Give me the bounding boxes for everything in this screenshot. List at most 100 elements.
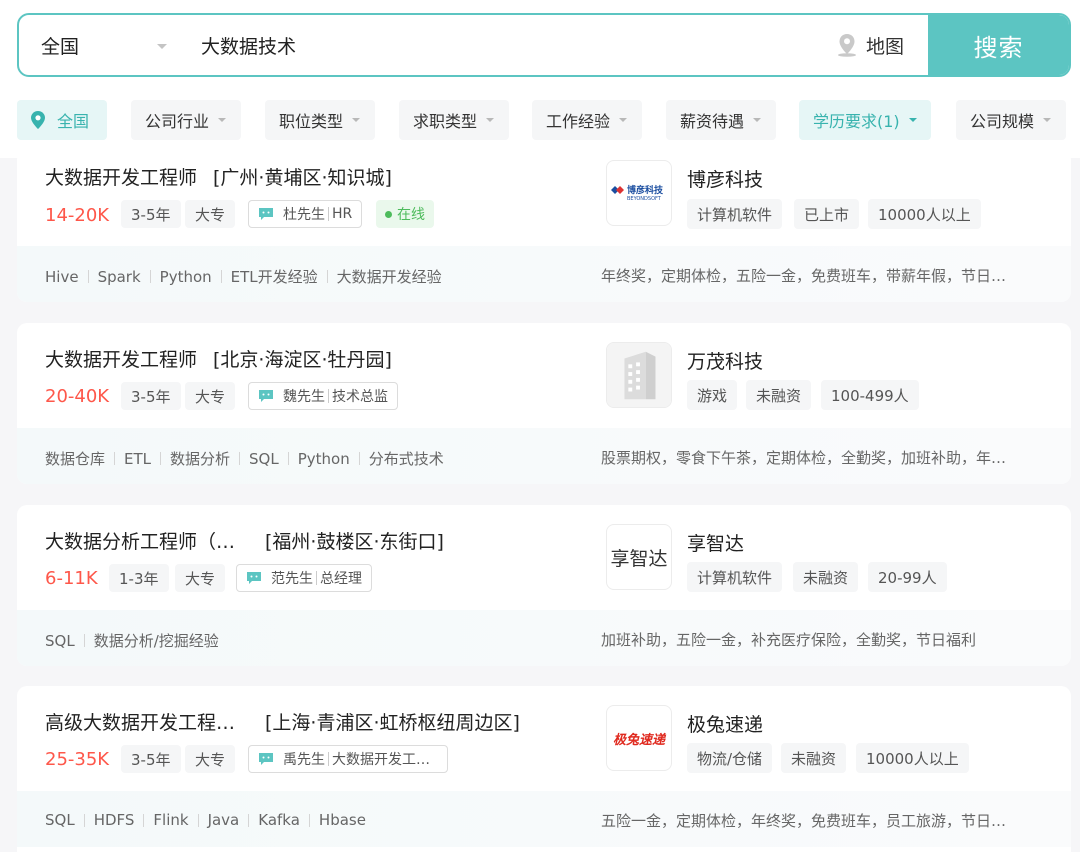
- welfare-text: 股票期权，零食下午茶，定期体检，全勤奖，加班补助，年…: [601, 449, 1007, 467]
- filter-job-type[interactable]: 求职类型: [399, 100, 509, 140]
- divider: [87, 270, 89, 283]
- chevron-down-icon: [619, 118, 628, 122]
- job-card[interactable]: 大数据开发工程师 [广州·黄埔区·知识城] 14-20K 3-5年 大专 杜先生…: [17, 150, 1071, 302]
- skill-list: 数据仓库 ETL 数据分析 SQL Python 分布式技术: [45, 448, 444, 469]
- chevron-down-icon: [486, 118, 495, 122]
- search-button[interactable]: 搜索: [928, 15, 1069, 75]
- city-select[interactable]: 全国: [19, 15, 179, 75]
- chevron-down-icon: [908, 118, 917, 122]
- company-logo[interactable]: 享智达: [606, 524, 672, 590]
- company-tag: 未融资: [781, 743, 847, 773]
- location-pin-icon: [838, 34, 856, 57]
- card-footer: 数据仓库 ETL 数据分析 SQL Python 分布式技术 股票期权，零食下午…: [17, 428, 1071, 484]
- divider: [328, 389, 329, 403]
- company-logo[interactable]: 博彦科技 BEYONDSOFT: [606, 160, 672, 226]
- online-badge: 在线: [376, 200, 434, 228]
- card-footer: SQL HDFS Flink Java Kafka Hbase 五险一金，定期体…: [17, 791, 1071, 847]
- chevron-down-icon: [352, 118, 361, 122]
- divider: [358, 452, 360, 465]
- chevron-down-icon: [218, 118, 227, 122]
- recruiter-chip[interactable]: 杜先生 HR: [248, 200, 363, 228]
- skill-list: SQL HDFS Flink Java Kafka Hbase: [45, 811, 366, 829]
- online-dot-icon: [385, 210, 392, 218]
- job-title[interactable]: 大数据分析工程师（…: [45, 527, 235, 554]
- card-footer: SQL 数据分析/挖掘经验 加班补助，五险一金，补充医疗保险，全勤奖，节日福利: [17, 610, 1071, 666]
- company-name[interactable]: 博彦科技: [687, 165, 763, 192]
- company-name[interactable]: 享智达: [687, 529, 744, 556]
- divider: [149, 270, 151, 283]
- job-location: [福州·鼓楼区·东街口]: [265, 531, 444, 553]
- company-tag: 游戏: [687, 380, 738, 410]
- skill-tag: Flink: [153, 811, 189, 829]
- divider: [160, 452, 162, 465]
- city-select-value: 全国: [41, 35, 80, 58]
- filter-position-type[interactable]: 职位类型: [265, 100, 375, 140]
- filter-label: 公司规模: [970, 112, 1035, 131]
- filter-education[interactable]: 学历要求(1): [799, 100, 931, 140]
- filter-experience[interactable]: 工作经验: [532, 100, 642, 140]
- search-button-label: 搜索: [973, 33, 1024, 62]
- job-card[interactable]: 大数据分析工程师（… [福州·鼓楼区·东街口] 6-11K 1-3年 大专 范先…: [17, 505, 1071, 666]
- skill-list: SQL 数据分析/挖掘经验: [45, 630, 219, 651]
- divider: [308, 813, 310, 827]
- filter-salary[interactable]: 薪资待遇: [666, 100, 776, 140]
- divider: [328, 207, 329, 221]
- filter-industry[interactable]: 公司行业: [131, 100, 241, 140]
- recruiter-chip[interactable]: 魏先生 技术总监: [248, 382, 398, 410]
- recruiter-title: 大数据开发工…: [332, 752, 430, 768]
- logo-text: 极兔速递: [612, 732, 665, 748]
- welfare-text: 年终奖，定期体检，五险一金，免费班车，带薪年假，节日…: [601, 267, 1007, 285]
- location-pin-icon: [31, 111, 45, 129]
- filter-bar: 全国 公司行业 职位类型 求职类型 工作经验 薪资待遇 学历要求(1) 公司规模: [17, 100, 1077, 140]
- job-card[interactable]: 高级大数据开发工程… [上海·青浦区·虹桥枢纽周边区] 25-35K 3-5年 …: [17, 686, 1071, 852]
- divider: [143, 813, 145, 827]
- filter-region[interactable]: 全国: [17, 100, 107, 140]
- map-button[interactable]: 地图: [836, 15, 928, 75]
- company-tag: 20-99人: [868, 562, 947, 592]
- company-tag: 物流/仓储: [687, 743, 773, 773]
- experience-tag: 3-5年: [121, 382, 181, 410]
- filter-label: 职位类型: [279, 112, 344, 131]
- company-tag: 10000人以上: [868, 199, 981, 229]
- job-location: [北京·海淀区·牡丹园]: [213, 349, 392, 371]
- education-tag: 大专: [185, 382, 236, 410]
- recruiter-name: 范先生: [271, 571, 313, 587]
- company-name[interactable]: 万茂科技: [687, 347, 763, 374]
- skill-tag: ETL开发经验: [230, 268, 318, 286]
- welfare-text: 加班补助，五险一金，补充医疗保险，全勤奖，节日福利: [601, 631, 977, 649]
- search-header: 全国 地图 搜索 全国 公司行业 职位类型: [0, 0, 1080, 158]
- recruiter-chip[interactable]: 禹先生 大数据开发工…: [248, 745, 448, 773]
- filter-company-size[interactable]: 公司规模: [956, 100, 1066, 140]
- company-logo[interactable]: [606, 342, 672, 408]
- search-input[interactable]: [179, 15, 836, 75]
- company-name[interactable]: 极兔速递: [687, 710, 763, 737]
- job-salary: 20-40K: [45, 386, 110, 407]
- skill-tag: HDFS: [93, 811, 135, 829]
- welfare-text: 五险一金，定期体检，年终奖，免费班车，员工旅游，节日…: [601, 812, 1007, 830]
- filter-label: 学历要求(1): [813, 112, 900, 131]
- job-salary: 6-11K: [45, 568, 98, 589]
- job-title[interactable]: 高级大数据开发工程…: [45, 708, 235, 735]
- company-tag: 100-499人: [821, 380, 919, 410]
- company-tag: 已上市: [794, 199, 860, 229]
- job-title[interactable]: 大数据开发工程师: [45, 163, 197, 190]
- chat-bubble-icon: [259, 753, 273, 765]
- skill-tag: Java: [207, 811, 240, 829]
- skill-tag: 数据分析: [170, 450, 231, 468]
- recruiter-chip[interactable]: 范先生 总经理: [236, 564, 372, 592]
- chat-bubble-icon: [259, 208, 273, 220]
- filter-label: 求职类型: [413, 112, 478, 131]
- divider: [248, 813, 250, 827]
- company-tag: 10000人以上: [856, 743, 969, 773]
- company-logo[interactable]: 极兔速递: [606, 705, 672, 771]
- skill-list: Hive Spark Python ETL开发经验 大数据开发经验: [45, 266, 442, 287]
- logo-text: 博彦科技: [627, 186, 664, 196]
- job-title[interactable]: 大数据开发工程师: [45, 345, 197, 372]
- job-salary: 25-35K: [45, 749, 110, 770]
- skill-tag: Hbase: [318, 811, 366, 829]
- recruiter-name: 杜先生: [283, 207, 325, 223]
- chat-bubble-icon: [259, 390, 273, 402]
- skill-tag: 分布式技术: [368, 450, 444, 468]
- job-card[interactable]: 大数据开发工程师 [北京·海淀区·牡丹园] 20-40K 3-5年 大专 魏先生…: [17, 323, 1071, 484]
- experience-tag: 3-5年: [121, 745, 181, 773]
